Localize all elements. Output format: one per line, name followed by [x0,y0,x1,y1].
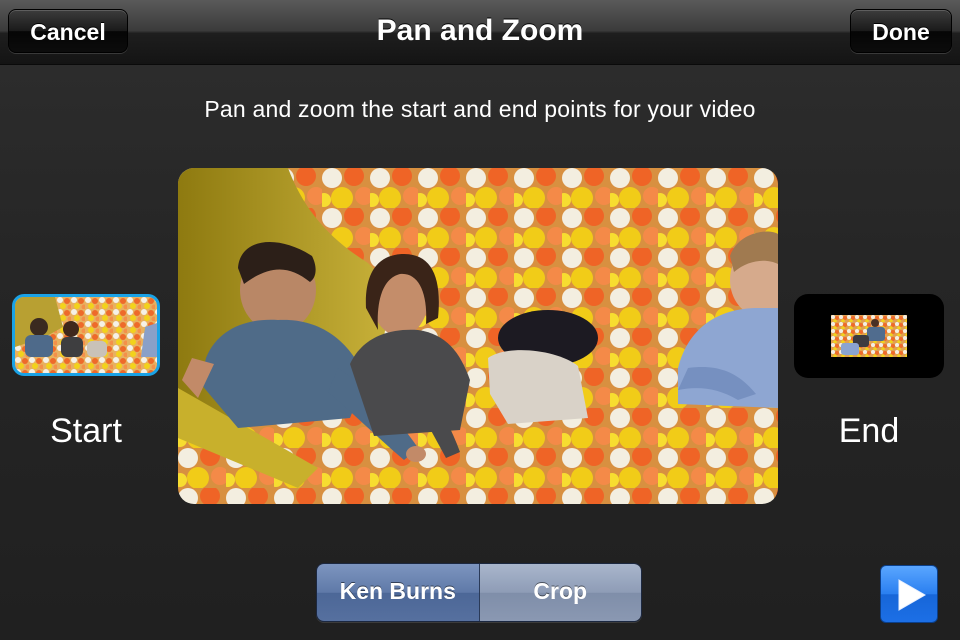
play-icon [898,579,927,611]
end-label: End [838,412,900,450]
mode-segmented-control: Ken Burns Crop [316,563,642,622]
start-thumbnail-image [15,297,157,373]
video-preview-image [178,168,778,504]
end-thumbnail-image [831,315,907,357]
end-thumbnail[interactable] [794,294,944,378]
crop-segment[interactable]: Crop [479,564,641,621]
video-preview-frame[interactable] [178,168,778,504]
done-button[interactable]: Done [850,9,952,53]
start-thumbnail[interactable] [12,294,160,376]
instruction-text: Pan and zoom the start and end points fo… [204,96,756,122]
navigation-bar: Cancel Pan and Zoom Done [0,0,960,65]
play-button[interactable] [880,565,938,623]
pan-zoom-screen: Cancel Pan and Zoom Done Pan and zoom th… [0,0,960,640]
page-title: Pan and Zoom [376,14,584,47]
start-label: Start [50,412,122,450]
ken-burns-segment[interactable]: Ken Burns [317,564,480,621]
